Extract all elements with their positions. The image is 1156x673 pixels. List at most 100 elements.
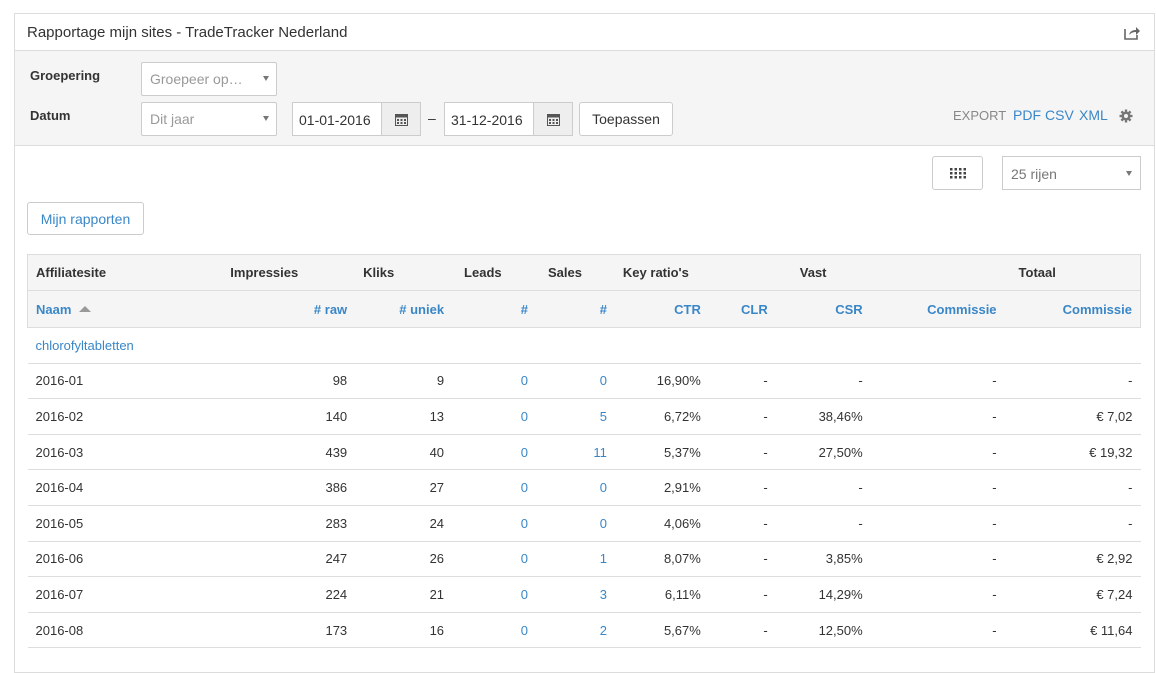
cell-leads-count[interactable]: 0 [452,363,536,400]
rows-per-page-value: 25 rijen [1011,166,1057,182]
cell-sales-count[interactable]: 5 [535,398,615,435]
cell-period: 2016-04 [27,469,198,506]
date-to-input[interactable]: 31-12-2016 [444,102,534,136]
gear-icon[interactable] [1119,109,1133,123]
cell-sales-count[interactable]: 0 [535,505,615,542]
cell-totaal-commissie: € 2,92 [1004,541,1141,578]
column-header-naam-label: Naam [36,301,72,317]
column-header-sales-count[interactable]: # [535,290,615,328]
column-header-totaal-commissie[interactable]: Commissie [1004,290,1141,328]
cell-sales-count[interactable]: 0 [535,363,615,400]
cell-leads-count[interactable]: 0 [452,576,536,613]
chevron-down-icon [1126,171,1132,176]
date-label: Datum [30,108,71,123]
cell-vast-commissie: - [870,576,1005,613]
cell-csr: 12,50% [775,612,871,649]
column-header-clr[interactable]: CLR [708,290,776,328]
cell-period: 2016-02 [27,398,198,435]
cell-sales-count[interactable]: 11 [535,434,615,471]
column-header-leads-count[interactable]: # [452,290,536,328]
share-icon[interactable] [1124,26,1140,40]
cell-impressions-raw: 224 [197,576,356,613]
group-header-leads: Leads [452,254,536,291]
column-header-vast-commissie[interactable]: Commissie [870,290,1005,328]
date-preset-value: Dit jaar [150,111,195,127]
cell-impressions-raw: 140 [197,398,356,435]
cell-sales-count[interactable]: 2 [535,612,615,649]
site-group-row: chlorofyltabletten [27,327,1141,364]
date-preset-select[interactable]: Dit jaar [141,102,277,136]
chevron-down-icon [263,116,269,121]
cell-vast-commissie: - [870,469,1005,506]
cell-clicks-unique: 27 [355,469,453,506]
group-header-affiliatesite: Affiliatesite [27,254,198,291]
cell-totaal-commissie: - [1004,505,1141,542]
cell-csr: 14,29% [775,576,871,613]
column-header-raw[interactable]: # raw [197,290,356,328]
cell-impressions-raw: 439 [197,434,356,471]
calendar-to-button[interactable] [533,102,573,136]
calendar-icon [546,113,560,126]
cell-sales-count[interactable]: 1 [535,541,615,578]
apply-button[interactable]: Toepassen [579,102,673,136]
cell-sales-count[interactable]: 3 [535,576,615,613]
site-name-link[interactable]: chlorofyltabletten [27,327,1141,364]
export-csv-link[interactable]: CSV [1045,107,1074,123]
cell-impressions-raw: 386 [197,469,356,506]
table-row: 2016-05 283 24 0 0 4,06% - - - - [27,505,1141,542]
cell-period: 2016-03 [27,434,198,471]
cell-impressions-raw: 173 [197,612,356,649]
calendar-from-button[interactable] [381,102,421,136]
cell-clr: - [708,469,776,506]
cell-clicks-unique: 26 [355,541,453,578]
grouping-select[interactable]: Groepeer op… [141,62,277,96]
date-from-input[interactable]: 01-01-2016 [292,102,382,136]
export-xml-link[interactable]: XML [1079,107,1108,123]
rows-per-page-select[interactable]: 25 rijen [1002,156,1141,190]
cell-period: 2016-08 [27,612,198,649]
cell-ctr: 5,37% [614,434,709,471]
column-header-naam[interactable]: Naam [27,290,198,328]
cell-ctr: 4,06% [614,505,709,542]
cell-vast-commissie: - [870,398,1005,435]
chevron-down-icon [263,76,269,81]
column-header-ctr[interactable]: CTR [614,290,709,328]
cell-totaal-commissie: - [1004,363,1141,400]
cell-leads-count[interactable]: 0 [452,505,536,542]
column-header-row: Naam # raw # uniek # # CTR CLR CSR Commi… [27,290,1141,328]
cell-totaal-commissie: € 11,64 [1004,612,1141,649]
cell-clicks-unique: 24 [355,505,453,542]
cell-leads-count[interactable]: 0 [452,398,536,435]
cell-sales-count[interactable]: 0 [535,469,615,506]
cell-clicks-unique: 21 [355,576,453,613]
my-reports-button[interactable]: Mijn rapporten [27,202,144,235]
cell-clr: - [708,434,776,471]
cell-leads-count[interactable]: 0 [452,541,536,578]
cell-csr: - [775,505,871,542]
cell-clr: - [708,612,776,649]
date-range-separator: – [428,110,436,126]
column-header-csr[interactable]: CSR [775,290,871,328]
cell-period: 2016-07 [27,576,198,613]
cell-impressions-raw: 247 [197,541,356,578]
cell-csr: 3,85% [775,541,871,578]
report-table: Affiliatesite Impressies Kliks Leads Sal… [27,254,1141,649]
group-header-row: Affiliatesite Impressies Kliks Leads Sal… [27,254,1141,291]
export-pdf-link[interactable]: PDF [1013,107,1041,123]
cell-leads-count[interactable]: 0 [452,612,536,649]
cell-csr: - [775,469,871,506]
group-header-kliks: Kliks [355,254,453,291]
column-header-uniek[interactable]: # uniek [355,290,453,328]
calendar-icon [394,113,408,126]
cell-leads-count[interactable]: 0 [452,469,536,506]
cell-vast-commissie: - [870,541,1005,578]
column-chooser-button[interactable] [932,156,983,190]
cell-vast-commissie: - [870,612,1005,649]
cell-period: 2016-05 [27,505,198,542]
cell-csr: 27,50% [775,434,871,471]
cell-ctr: 6,72% [614,398,709,435]
cell-leads-count[interactable]: 0 [452,434,536,471]
cell-totaal-commissie: € 19,32 [1004,434,1141,471]
export-label: EXPORT [953,108,1007,123]
cell-clicks-unique: 40 [355,434,453,471]
